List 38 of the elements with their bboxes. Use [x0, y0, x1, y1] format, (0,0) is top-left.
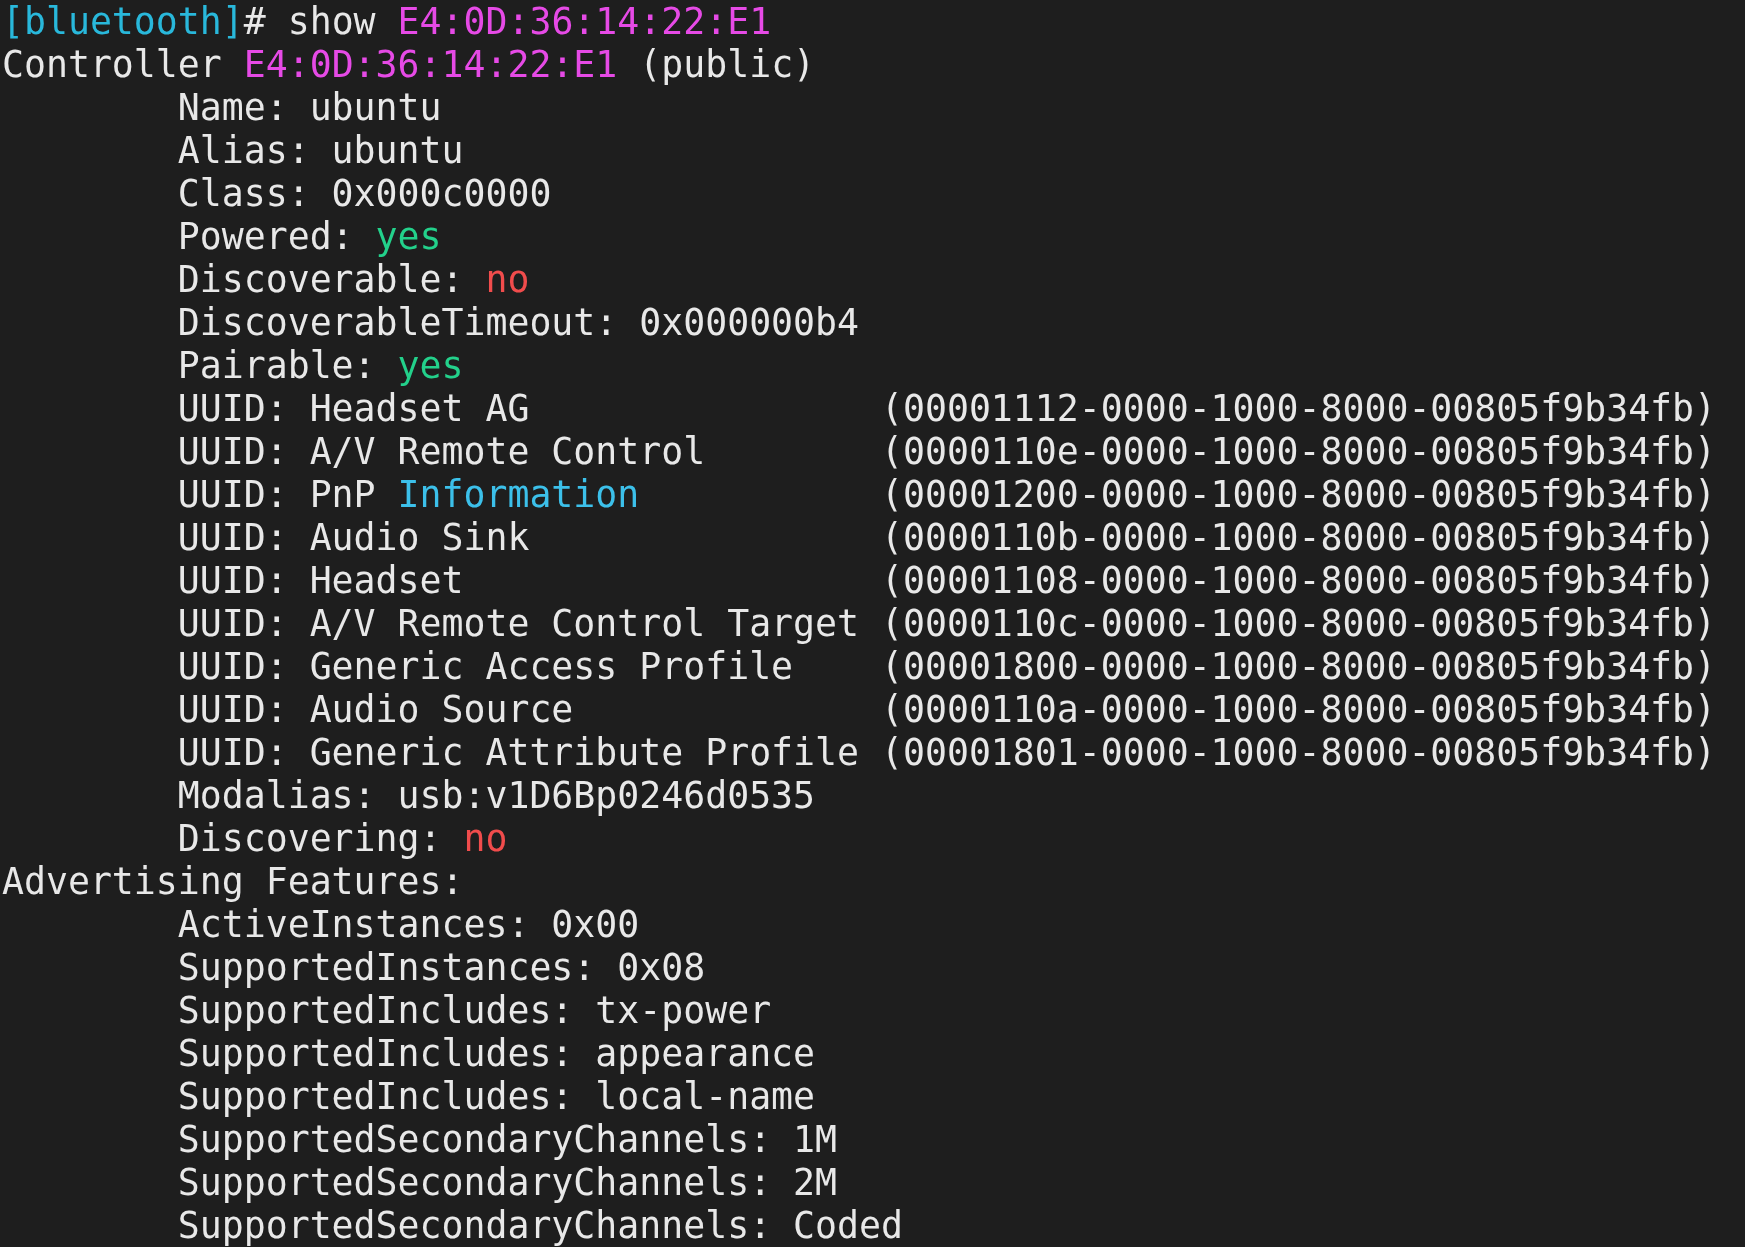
- terminal-line: UUID: PnP Information: [177, 473, 640, 516]
- uuid-value: (0000110c-0000-1000-8000-00805f9b34fb): [881, 602, 1717, 645]
- terminal-line: UUID: Generic Access Profile: [177, 645, 794, 688]
- terminal-line: ActiveInstances: 0x00: [177, 903, 640, 946]
- terminal-line: DiscoverableTimeout: 0x000000b4: [177, 301, 860, 344]
- terminal-line: [bluetooth]# show E4:0D:36:14:22:E1: [2, 0, 772, 43]
- terminal-line: Discoverable: no: [177, 258, 530, 301]
- uuid-value: (00001108-0000-1000-8000-00805f9b34fb): [881, 559, 1717, 602]
- uuid-value: (0000110b-0000-1000-8000-00805f9b34fb): [881, 516, 1717, 559]
- terminal-line: UUID: Headset: [177, 559, 464, 602]
- terminal-line: UUID: Generic Attribute Profile: [177, 731, 860, 774]
- terminal-line: SupportedSecondaryChannels: 1M: [177, 1118, 838, 1161]
- terminal-line: Discovering: no: [177, 817, 508, 860]
- uuid-value: (00001112-0000-1000-8000-00805f9b34fb): [881, 387, 1717, 430]
- terminal-line: SupportedSecondaryChannels: 2M: [177, 1161, 838, 1204]
- terminal-line: UUID: A/V Remote Control: [177, 430, 706, 473]
- terminal-line: SupportedSecondaryChannels: Coded: [177, 1204, 903, 1247]
- terminal-line: SupportedIncludes: local-name: [177, 1075, 816, 1118]
- terminal-line: SupportedIncludes: tx-power: [177, 989, 772, 1032]
- terminal-line: Pairable: yes: [177, 344, 464, 387]
- terminal-line: Controller E4:0D:36:14:22:E1 (public): [2, 43, 816, 86]
- terminal-line: UUID: Headset AG: [177, 387, 530, 430]
- uuid-value: (00001801-0000-1000-8000-00805f9b34fb): [881, 731, 1717, 774]
- terminal-line: Alias: ubuntu: [177, 129, 464, 172]
- terminal-line: Class: 0x000c0000: [177, 172, 552, 215]
- uuid-value: (0000110e-0000-1000-8000-00805f9b34fb): [881, 430, 1717, 473]
- terminal-line: Modalias: usb:v1D6Bp0246d0535: [177, 774, 816, 817]
- uuid-value: (00001800-0000-1000-8000-00805f9b34fb): [881, 645, 1717, 688]
- uuid-value: (00001200-0000-1000-8000-00805f9b34fb): [881, 473, 1717, 516]
- terminal-line: UUID: A/V Remote Control Target: [177, 602, 860, 645]
- terminal-line: UUID: Audio Sink: [177, 516, 530, 559]
- terminal-line: Name: ubuntu: [177, 86, 442, 129]
- terminal-line: Advertising Features:: [2, 860, 464, 903]
- terminal-line: Powered: yes: [177, 215, 442, 258]
- terminal-line: SupportedInstances: 0x08: [177, 946, 706, 989]
- terminal-line: SupportedIncludes: appearance: [177, 1032, 816, 1075]
- uuid-value: (0000110a-0000-1000-8000-00805f9b34fb): [881, 688, 1717, 731]
- terminal-line: UUID: Audio Source: [177, 688, 574, 731]
